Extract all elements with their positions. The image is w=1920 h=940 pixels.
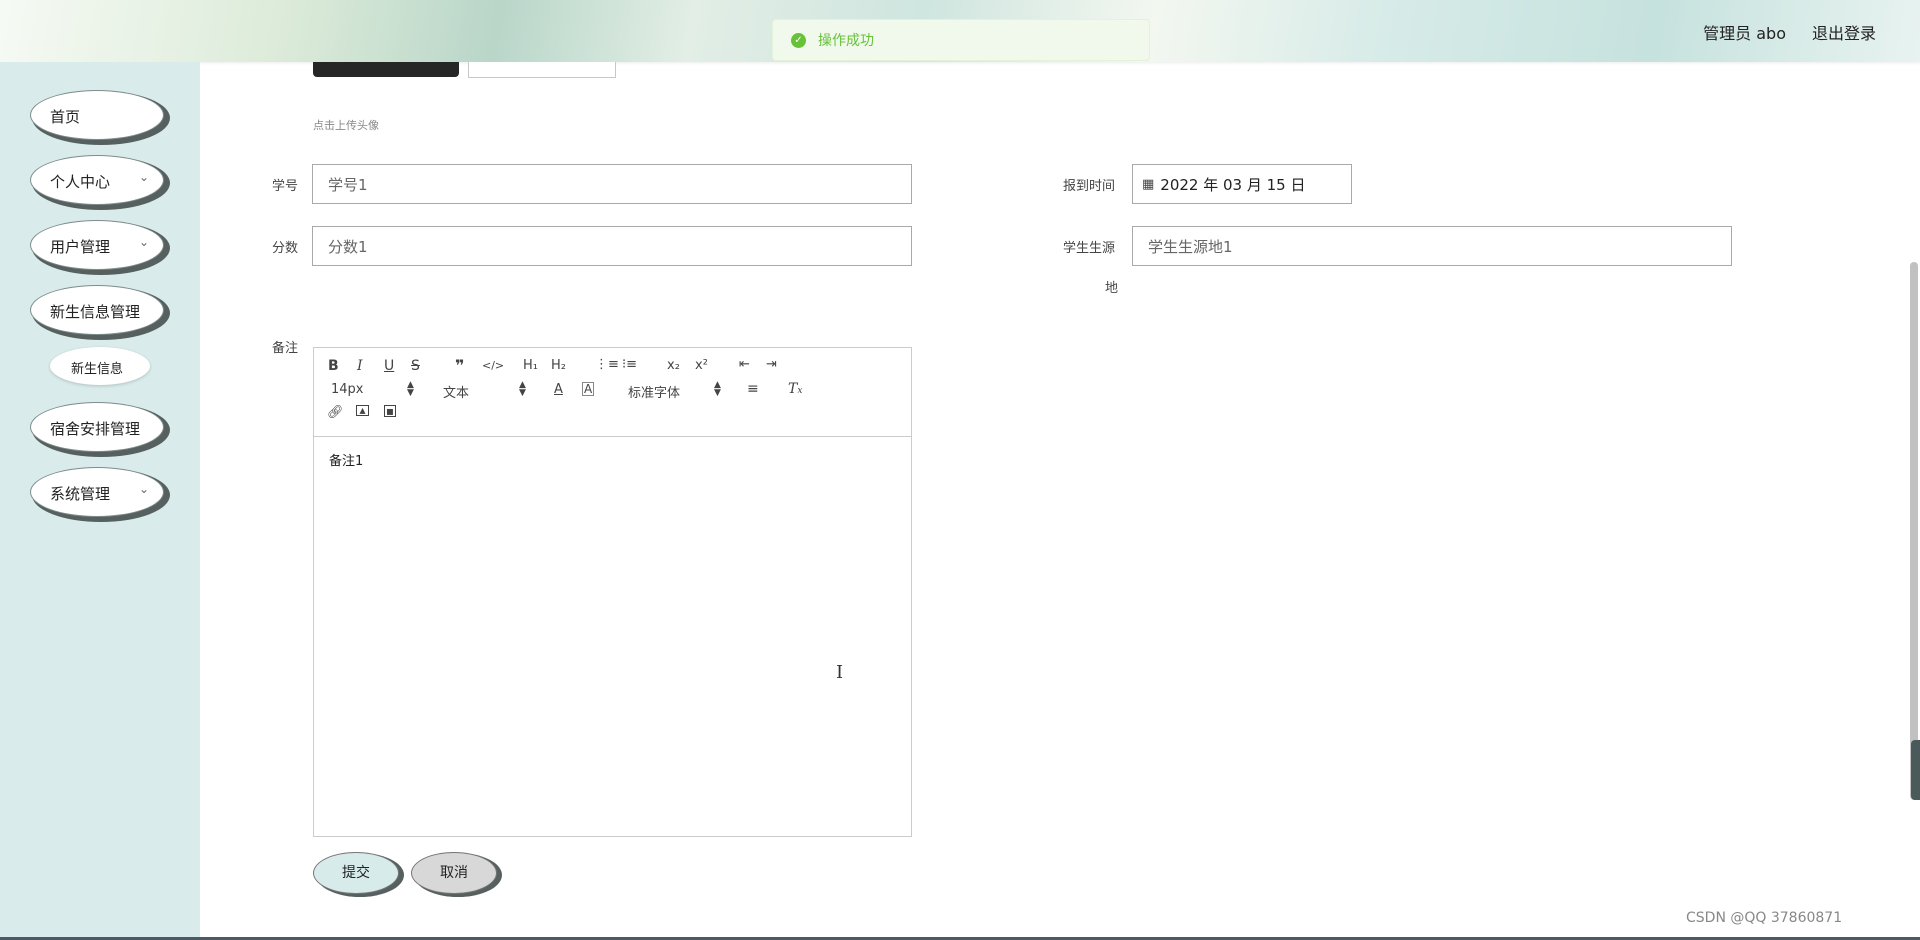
sidebar-item-label: 用户管理 [50,238,111,256]
side-drawer-handle[interactable] [1911,740,1920,800]
sidebar-item-label: 新生信息管理 [50,303,141,321]
sidebar-item-home[interactable]: 首页 [30,90,164,140]
report-time-date-picker[interactable]: ▦ 2022 年 03 月 15 日 [1132,164,1352,204]
select-caret-icon: ▲ ▼ [519,380,526,398]
sidebar-item-student-info-management[interactable]: 新生信息管理 [30,285,164,335]
watermark-text: CSDN @QQ 37860871 [1686,910,1843,926]
italic-icon[interactable]: I [357,358,363,374]
superscript-icon[interactable]: x² [695,358,708,374]
video-icon[interactable]: ▪ [384,405,396,417]
remark-label: 备注 [272,341,299,356]
logout-link[interactable]: 退出登录 [1812,20,1876,44]
origin-input[interactable] [1132,226,1732,266]
indent-icon[interactable]: ⇥ [766,357,777,373]
sidebar-item-label: 个人中心 [50,173,111,191]
cancel-button[interactable]: 取消 [411,852,497,894]
report-time-value: 2022 年 03 月 15 日 [1160,175,1306,194]
font-size-value: 14px [331,382,364,397]
strikethrough-icon[interactable]: S [411,358,420,374]
select-caret-icon: ▲ ▼ [714,380,721,398]
success-toast: ✓ 操作成功 [772,19,1150,61]
outdent-icon[interactable]: ⇤ [739,357,750,373]
sidebar-item-label: 首页 [50,108,81,126]
text-cursor-icon: I [836,662,844,683]
score-input[interactable] [312,226,912,266]
sidebar-subitem-student-info[interactable]: 新生信息 [50,347,150,385]
sidebar-item-label: 宿舍安排管理 [50,420,141,438]
heading-2-icon[interactable]: H₂ [551,358,566,374]
toast-message: 操作成功 [818,33,874,49]
code-block-icon[interactable]: </> [482,358,504,374]
chevron-down-icon: ⌄ [138,482,149,496]
bullet-list-icon[interactable]: ⁝≡ [622,357,637,373]
sidebar-item-label: 系统管理 [50,485,111,503]
background-color-icon[interactable]: A [582,382,595,396]
report-time-label: 报到时间 [1063,179,1116,194]
calendar-icon: ▦ [1142,176,1155,192]
blockquote-icon[interactable]: ❞ [455,358,464,374]
clear-format-icon[interactable]: Tx [788,381,802,399]
subscript-icon[interactable]: x₂ [667,358,680,374]
header-value: 文本 [443,386,470,401]
link-icon[interactable]: 🔗︎ [327,405,344,421]
editor-content[interactable]: 备注1 [329,450,363,469]
sidebar-item-dorm-management[interactable]: 宿舍安排管理 [30,402,164,452]
image-icon[interactable]: ▴ [356,404,369,416]
submit-button[interactable]: 提交 [313,852,399,894]
avatar-image[interactable] [313,62,459,77]
sidebar-item-system-management[interactable]: 系统管理 ⌄ [30,467,164,517]
upload-hint: 点击上传头像 [313,119,379,132]
score-label: 分数 [272,241,299,256]
underline-icon[interactable]: U [384,358,394,374]
heading-1-icon[interactable]: H₁ [523,358,538,374]
student-id-input[interactable] [312,164,912,204]
remark-rich-text-editor: B I U S ❞ </> H₁ H₂ ⋮≡ ⁝≡ x₂ x² ⇤ ⇥ 14px… [313,347,912,837]
upload-button[interactable] [468,62,616,78]
bold-icon[interactable]: B [328,358,339,374]
success-check-icon: ✓ [791,32,806,48]
font-size-select[interactable]: 14px ▲ ▼ [331,380,414,398]
student-id-label: 学号 [272,179,299,194]
page-scrollbar[interactable] [1910,262,1918,800]
sidebar-subitem-label: 新生信息 [71,362,124,377]
font-family-value: 标准字体 [628,386,681,401]
origin-label-cont: 地 [1105,281,1119,296]
sidebar-item-personal-center[interactable]: 个人中心 ⌄ [30,155,164,205]
chevron-down-icon: ⌄ [138,170,149,184]
font-family-select[interactable]: 标准字体 ▲ ▼ [628,380,721,402]
font-color-icon[interactable]: A [554,382,563,398]
editor-toolbar: B I U S ❞ </> H₁ H₂ ⋮≡ ⁝≡ x₂ x² ⇤ ⇥ 14px… [314,348,911,437]
origin-label: 学生生源 [1063,241,1116,256]
select-caret-icon: ▲ ▼ [407,380,414,398]
align-icon[interactable]: ≡ [747,381,759,397]
header-select[interactable]: 文本 ▲ ▼ [443,380,526,402]
sidebar-item-user-management[interactable]: 用户管理 ⌄ [30,220,164,270]
ordered-list-icon[interactable]: ⋮≡ [595,357,619,373]
admin-username: 管理员 abo [1703,24,1786,43]
chevron-down-icon: ⌄ [138,235,149,249]
